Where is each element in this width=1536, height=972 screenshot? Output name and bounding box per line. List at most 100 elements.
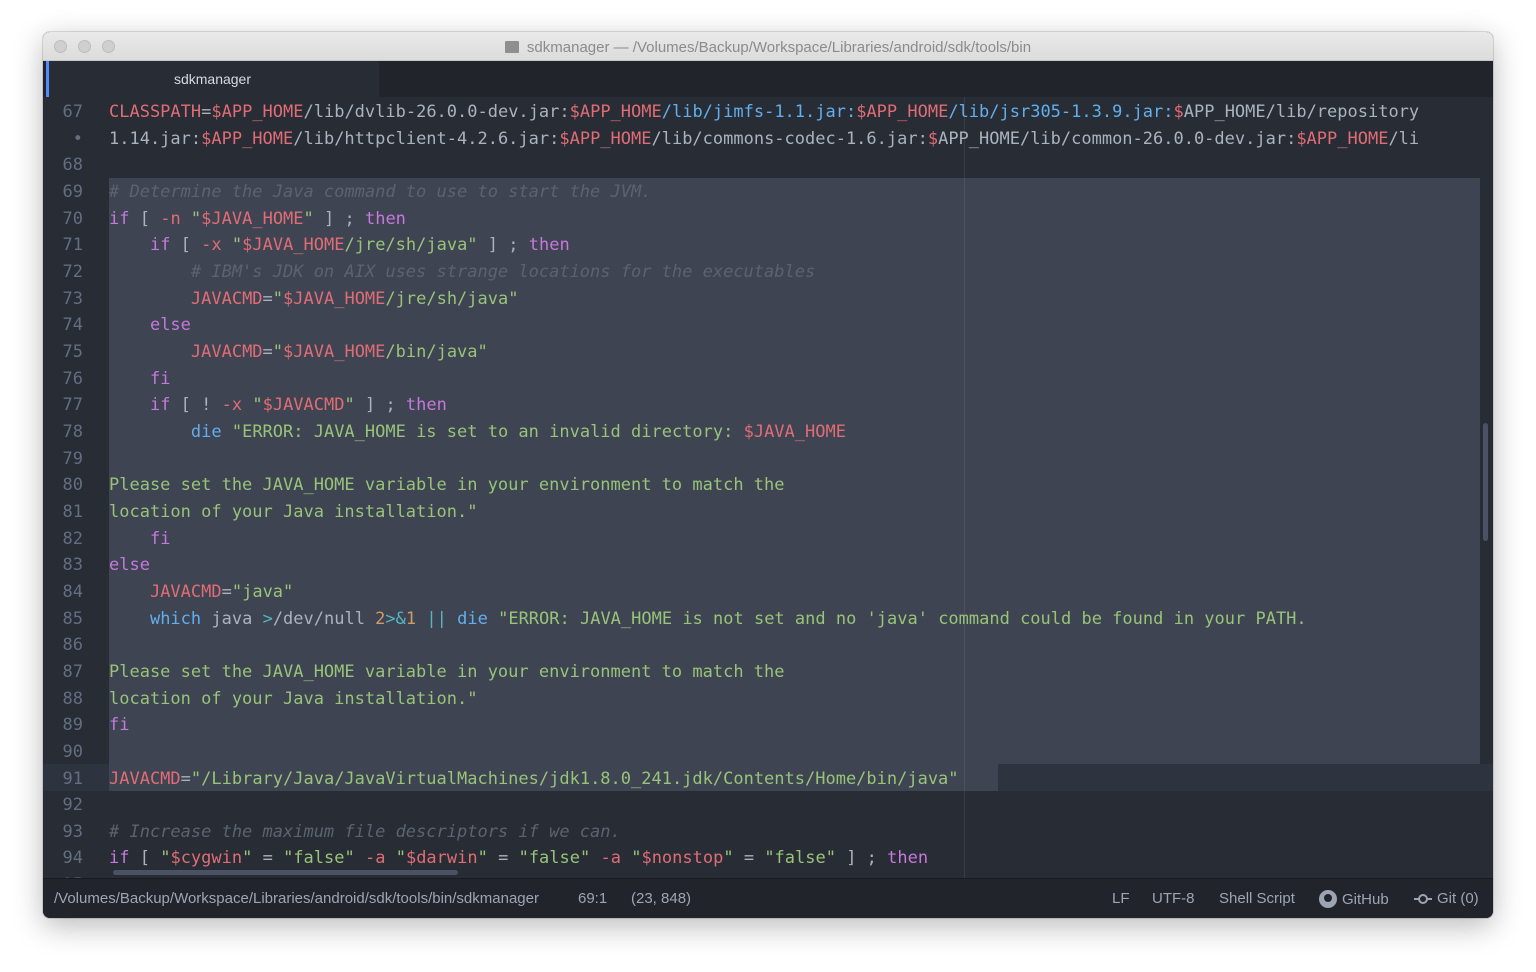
code-editor[interactable]: 67 • 68 69 70 71 72 73 74 75 76 77 78 79 80 81 82 83 84 85 8… <box>43 97 1493 878</box>
code-token: /lib/commons-codec-1.6.jar: <box>651 128 928 149</box>
line-number-gutter[interactable]: 67 • 68 69 70 71 72 73 74 75 76 77 78 79 80 81 82 83 84 85 8… <box>43 97 109 878</box>
code-token: " <box>272 341 284 362</box>
code-token: "false" <box>518 848 591 869</box>
code-token: which <box>149 608 202 629</box>
code-token: ] ; <box>313 208 365 229</box>
line-number[interactable]: • <box>43 126 83 153</box>
code-token: $JAVA_HOME <box>201 208 304 229</box>
tab-label: sdkmanager <box>173 71 252 87</box>
line-number[interactable]: 85 <box>43 606 83 633</box>
line-number[interactable]: 83 <box>43 552 83 579</box>
github-label: GitHub <box>1342 891 1389 908</box>
code-line: if [ ! -x "$JAVACMD" ] ; then <box>109 392 447 419</box>
editor-window: sdkmanager — /Volumes/Backup/Workspace/L… <box>43 32 1493 918</box>
code-line: else <box>109 312 191 339</box>
line-number[interactable]: 81 <box>43 499 83 526</box>
code-token: $APP_HOME <box>856 102 949 122</box>
code-line: JAVACMD="$JAVA_HOME/jre/sh/java" <box>109 286 519 313</box>
line-number[interactable]: 70 <box>43 206 83 233</box>
git-button[interactable]: Git (0) <box>1414 890 1479 907</box>
code-token: then <box>887 848 929 869</box>
line-number[interactable]: 91 <box>43 766 83 793</box>
code-token: location of your Java installation." <box>109 501 478 522</box>
line-number[interactable]: 80 <box>43 472 83 499</box>
code-token: $APP_HOME <box>569 102 662 122</box>
code-token: then <box>528 235 570 256</box>
code-token: " <box>242 848 253 869</box>
code-token: /dev/null <box>272 608 376 629</box>
code-line: JAVACMD="$JAVA_HOME/bin/java" <box>109 339 488 366</box>
code-token: "ERROR: JAVA_HOME is not set and no 'jav… <box>487 608 1307 629</box>
code-token: -a <box>364 848 386 869</box>
cursor-position[interactable]: 69:1 <box>578 890 607 907</box>
code-token: 2 <box>375 608 386 629</box>
line-number[interactable]: 71 <box>43 232 83 259</box>
file-path[interactable]: /Volumes/Backup/Workspace/Libraries/andr… <box>54 890 539 907</box>
code-token: 1.14.jar: <box>109 128 202 149</box>
line-number[interactable]: 93 <box>43 819 83 846</box>
line-number[interactable]: 92 <box>43 792 83 819</box>
grammar-selector[interactable]: Shell Script <box>1219 890 1295 907</box>
line-number[interactable]: 79 <box>43 446 83 473</box>
code-token: ] ; <box>477 235 529 256</box>
line-number[interactable]: 82 <box>43 526 83 553</box>
line-number[interactable]: 67 <box>43 99 83 126</box>
github-button[interactable]: GitHub <box>1319 890 1389 908</box>
code-token: " <box>620 848 642 869</box>
line-number[interactable]: 69 <box>43 179 83 206</box>
line-number[interactable]: 74 <box>43 312 83 339</box>
line-number[interactable]: 89 <box>43 712 83 739</box>
line-number[interactable]: 90 <box>43 739 83 766</box>
line-ending-selector[interactable]: LF <box>1112 890 1130 907</box>
code-lines[interactable]: CLASSPATH=$APP_HOME/lib/dvlib-26.0.0-dev… <box>109 97 1493 878</box>
code-line: fi <box>109 712 129 739</box>
document-icon <box>504 41 519 53</box>
line-number[interactable]: 78 <box>43 419 83 446</box>
code-line: # Increase the maximum file descriptors … <box>109 819 621 846</box>
code-line: JAVACMD="/Library/Java/JavaVirtualMachin… <box>109 766 959 793</box>
code-line: location of your Java installation." <box>109 686 477 713</box>
line-number[interactable]: 68 <box>43 152 83 179</box>
code-line: # IBM's JDK on AIX uses strange location… <box>109 259 815 286</box>
line-number[interactable]: 84 <box>43 579 83 606</box>
code-line: if [ -x "$JAVA_HOME/jre/sh/java" ] ; the… <box>109 232 570 259</box>
code-token: else <box>109 555 150 576</box>
code-token: Please set the JAVA_HOME variable in you… <box>109 475 785 496</box>
code-token: /lib/dvlib-26.0.0-dev.jar: <box>303 102 570 122</box>
code-token: [ <box>129 848 161 869</box>
code-token: $cygwin <box>170 848 243 869</box>
active-tab-indicator <box>46 61 49 97</box>
vertical-scrollbar[interactable] <box>1483 423 1488 541</box>
tab-sdkmanager[interactable]: sdkmanager <box>46 61 379 97</box>
code-line: Please set the JAVA_HOME variable in you… <box>109 659 785 686</box>
code-line: die "ERROR: JAVA_HOME is set to an inval… <box>109 419 846 446</box>
code-token: $JAVA_HOME <box>242 235 345 256</box>
line-number[interactable]: 86 <box>43 632 83 659</box>
code-token: >& <box>385 608 406 629</box>
code-line: which java >/dev/null 2>&1 || die "ERROR… <box>109 606 1307 633</box>
line-number[interactable]: 88 <box>43 686 83 713</box>
line-number[interactable]: 76 <box>43 366 83 393</box>
line-number[interactable]: 72 <box>43 259 83 286</box>
line-number[interactable]: 87 <box>43 659 83 686</box>
code-token: $nonstop <box>641 848 724 869</box>
encoding-selector[interactable]: UTF-8 <box>1152 890 1195 907</box>
code-line: if [ "$cygwin" = "false" -a "$darwin" = … <box>109 845 928 872</box>
line-number[interactable]: 75 <box>43 339 83 366</box>
line-number[interactable]: 73 <box>43 286 83 313</box>
code-token: JAVACMD <box>109 768 181 789</box>
code-line: Please set the JAVA_HOME variable in you… <box>109 472 785 499</box>
line-number[interactable]: 77 <box>43 392 83 419</box>
selection-count[interactable]: (23, 848) <box>631 890 691 907</box>
code-token: die <box>190 421 222 442</box>
line-number[interactable]: 94 <box>43 845 83 872</box>
code-token: /li <box>1388 128 1420 149</box>
code-token: /jre/sh/java" <box>385 288 519 309</box>
horizontal-scrollbar[interactable] <box>113 870 458 875</box>
code-token: JAVACMD <box>190 341 263 362</box>
